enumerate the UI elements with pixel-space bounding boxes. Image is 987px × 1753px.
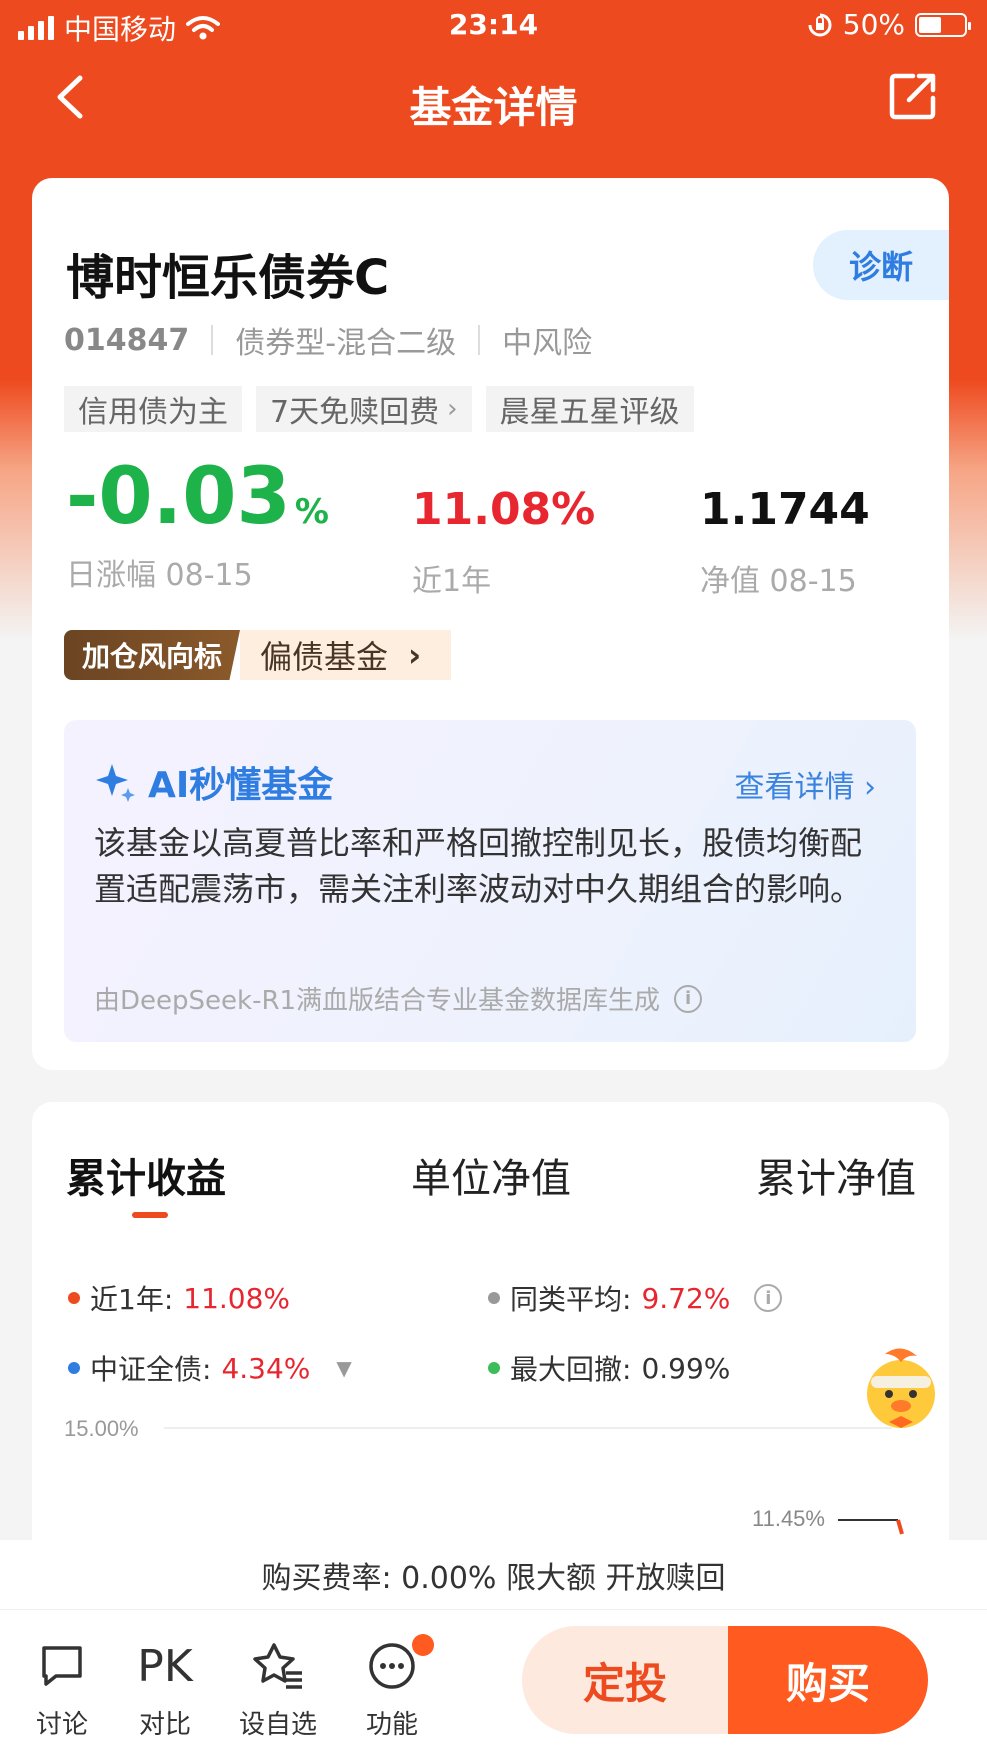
- sparkle-icon: [96, 764, 135, 802]
- tab-label: 对比: [138, 1710, 191, 1740]
- fee-info-bar: 购买费率: 0.00% 限大额 开放赎回: [0, 1540, 987, 1610]
- tag-rating: 晨星五星评级: [485, 386, 694, 432]
- notification-dot: [412, 1634, 434, 1656]
- more-circle-icon: [369, 1643, 415, 1689]
- share-icon[interactable]: [887, 70, 939, 122]
- last-point-label: 11.45%: [752, 1506, 825, 1531]
- daily-change-value: -0.03%: [66, 452, 329, 542]
- divider: [211, 325, 214, 355]
- star-list-icon: [253, 1643, 302, 1689]
- divider: [478, 325, 481, 355]
- tab-label: 设自选: [238, 1710, 317, 1740]
- diagnose-button[interactable]: 诊断: [813, 230, 949, 300]
- fund-summary-card: 博时恒乐债券C 诊断 014847 债券型-混合二级 中风险 信用债为主 7天免…: [32, 178, 949, 1070]
- fund-tags: 信用债为主 7天免赎回费 › 晨星五星评级: [64, 386, 694, 432]
- chat-bubble-icon: [42, 1646, 82, 1686]
- y-tick-label: 15.00%: [64, 1416, 139, 1441]
- tag-label: 7天免赎回费: [270, 395, 440, 430]
- tab-compare[interactable]: PK 对比: [115, 1636, 215, 1741]
- vane-banner[interactable]: 加仓风向标 偏债基金 ›: [64, 630, 452, 680]
- tab-watchlist[interactable]: 设自选: [228, 1636, 328, 1741]
- ai-title-text: AI秒懂基金: [148, 765, 334, 806]
- vane-badge: 加仓风向标: [64, 630, 241, 680]
- sip-button[interactable]: 定投: [522, 1626, 728, 1734]
- nav-label: 净值 08-15: [700, 564, 857, 599]
- one-year-label: 近1年: [412, 564, 492, 599]
- ai-footer-text: 由DeepSeek-R1满血版结合专业基金数据库生成: [94, 986, 661, 1016]
- fund-meta: 014847 债券型-混合二级 中风险: [64, 318, 592, 362]
- nav-stat: 1.1744 净值 08-15: [700, 488, 870, 600]
- tag-redemption-fee[interactable]: 7天免赎回费 ›: [256, 386, 472, 432]
- buy-button[interactable]: 购买: [728, 1626, 928, 1734]
- tag-credit: 信用债为主: [64, 386, 242, 432]
- ai-summary-text: 该基金以高夏普比率和严格回撤控制见长，股债均衡配置适配震荡市，需关注利率波动对中…: [94, 824, 863, 908]
- one-year-value: 11.08%: [412, 484, 596, 535]
- nav-value: 1.1744: [700, 484, 870, 535]
- fund-risk: 中风险: [502, 326, 593, 361]
- ai-title: AI秒懂基金: [94, 756, 333, 808]
- status-right: 50%: [807, 8, 971, 41]
- tab-label: 功能: [365, 1710, 418, 1740]
- one-year-stat: 11.08% 近1年: [412, 488, 595, 600]
- chevron-right-icon: ›: [864, 770, 876, 805]
- mascot-icon[interactable]: [855, 1340, 947, 1432]
- info-icon[interactable]: i: [674, 984, 703, 1013]
- daily-change-label: 日涨幅 08-15: [66, 558, 253, 593]
- fund-name: 博时恒乐债券C: [66, 250, 390, 306]
- bottom-tabbar: 讨论 PK 对比 设自选 功能 定投 购买: [0, 1610, 987, 1753]
- series-line-fund: [896, 1519, 904, 1535]
- vane-label: 偏债基金: [260, 638, 389, 676]
- daily-change-stat: -0.03% 日涨幅 08-15: [66, 458, 329, 594]
- chevron-right-icon: ›: [408, 636, 422, 674]
- ai-more-link[interactable]: 查看详情 ›: [734, 762, 876, 806]
- tab-functions[interactable]: 功能: [342, 1634, 442, 1741]
- tab-discuss[interactable]: 讨论: [12, 1636, 112, 1741]
- vane-text: 偏债基金 ›: [240, 630, 452, 680]
- ai-summary-box: AI秒懂基金 查看详情 › 该基金以高夏普比率和严格回撤控制见长，股债均衡配置适…: [64, 720, 916, 1042]
- battery-icon: [915, 12, 971, 37]
- battery-percent: 50%: [842, 8, 905, 41]
- chevron-right-icon: ›: [447, 394, 458, 424]
- fund-code: 014847: [64, 322, 190, 358]
- status-bar: 中国移动 23:14 50%: [0, 0, 987, 48]
- page-title: 基金详情: [409, 83, 578, 132]
- ai-footer: 由DeepSeek-R1满血版结合专业基金数据库生成 i: [94, 980, 703, 1017]
- tab-label: 讨论: [35, 1710, 88, 1740]
- pk-icon: PK: [137, 1640, 193, 1692]
- fund-type: 债券型-混合二级: [235, 326, 457, 361]
- rotation-lock-icon: [808, 13, 832, 36]
- nav-bar: 基金详情: [0, 58, 987, 138]
